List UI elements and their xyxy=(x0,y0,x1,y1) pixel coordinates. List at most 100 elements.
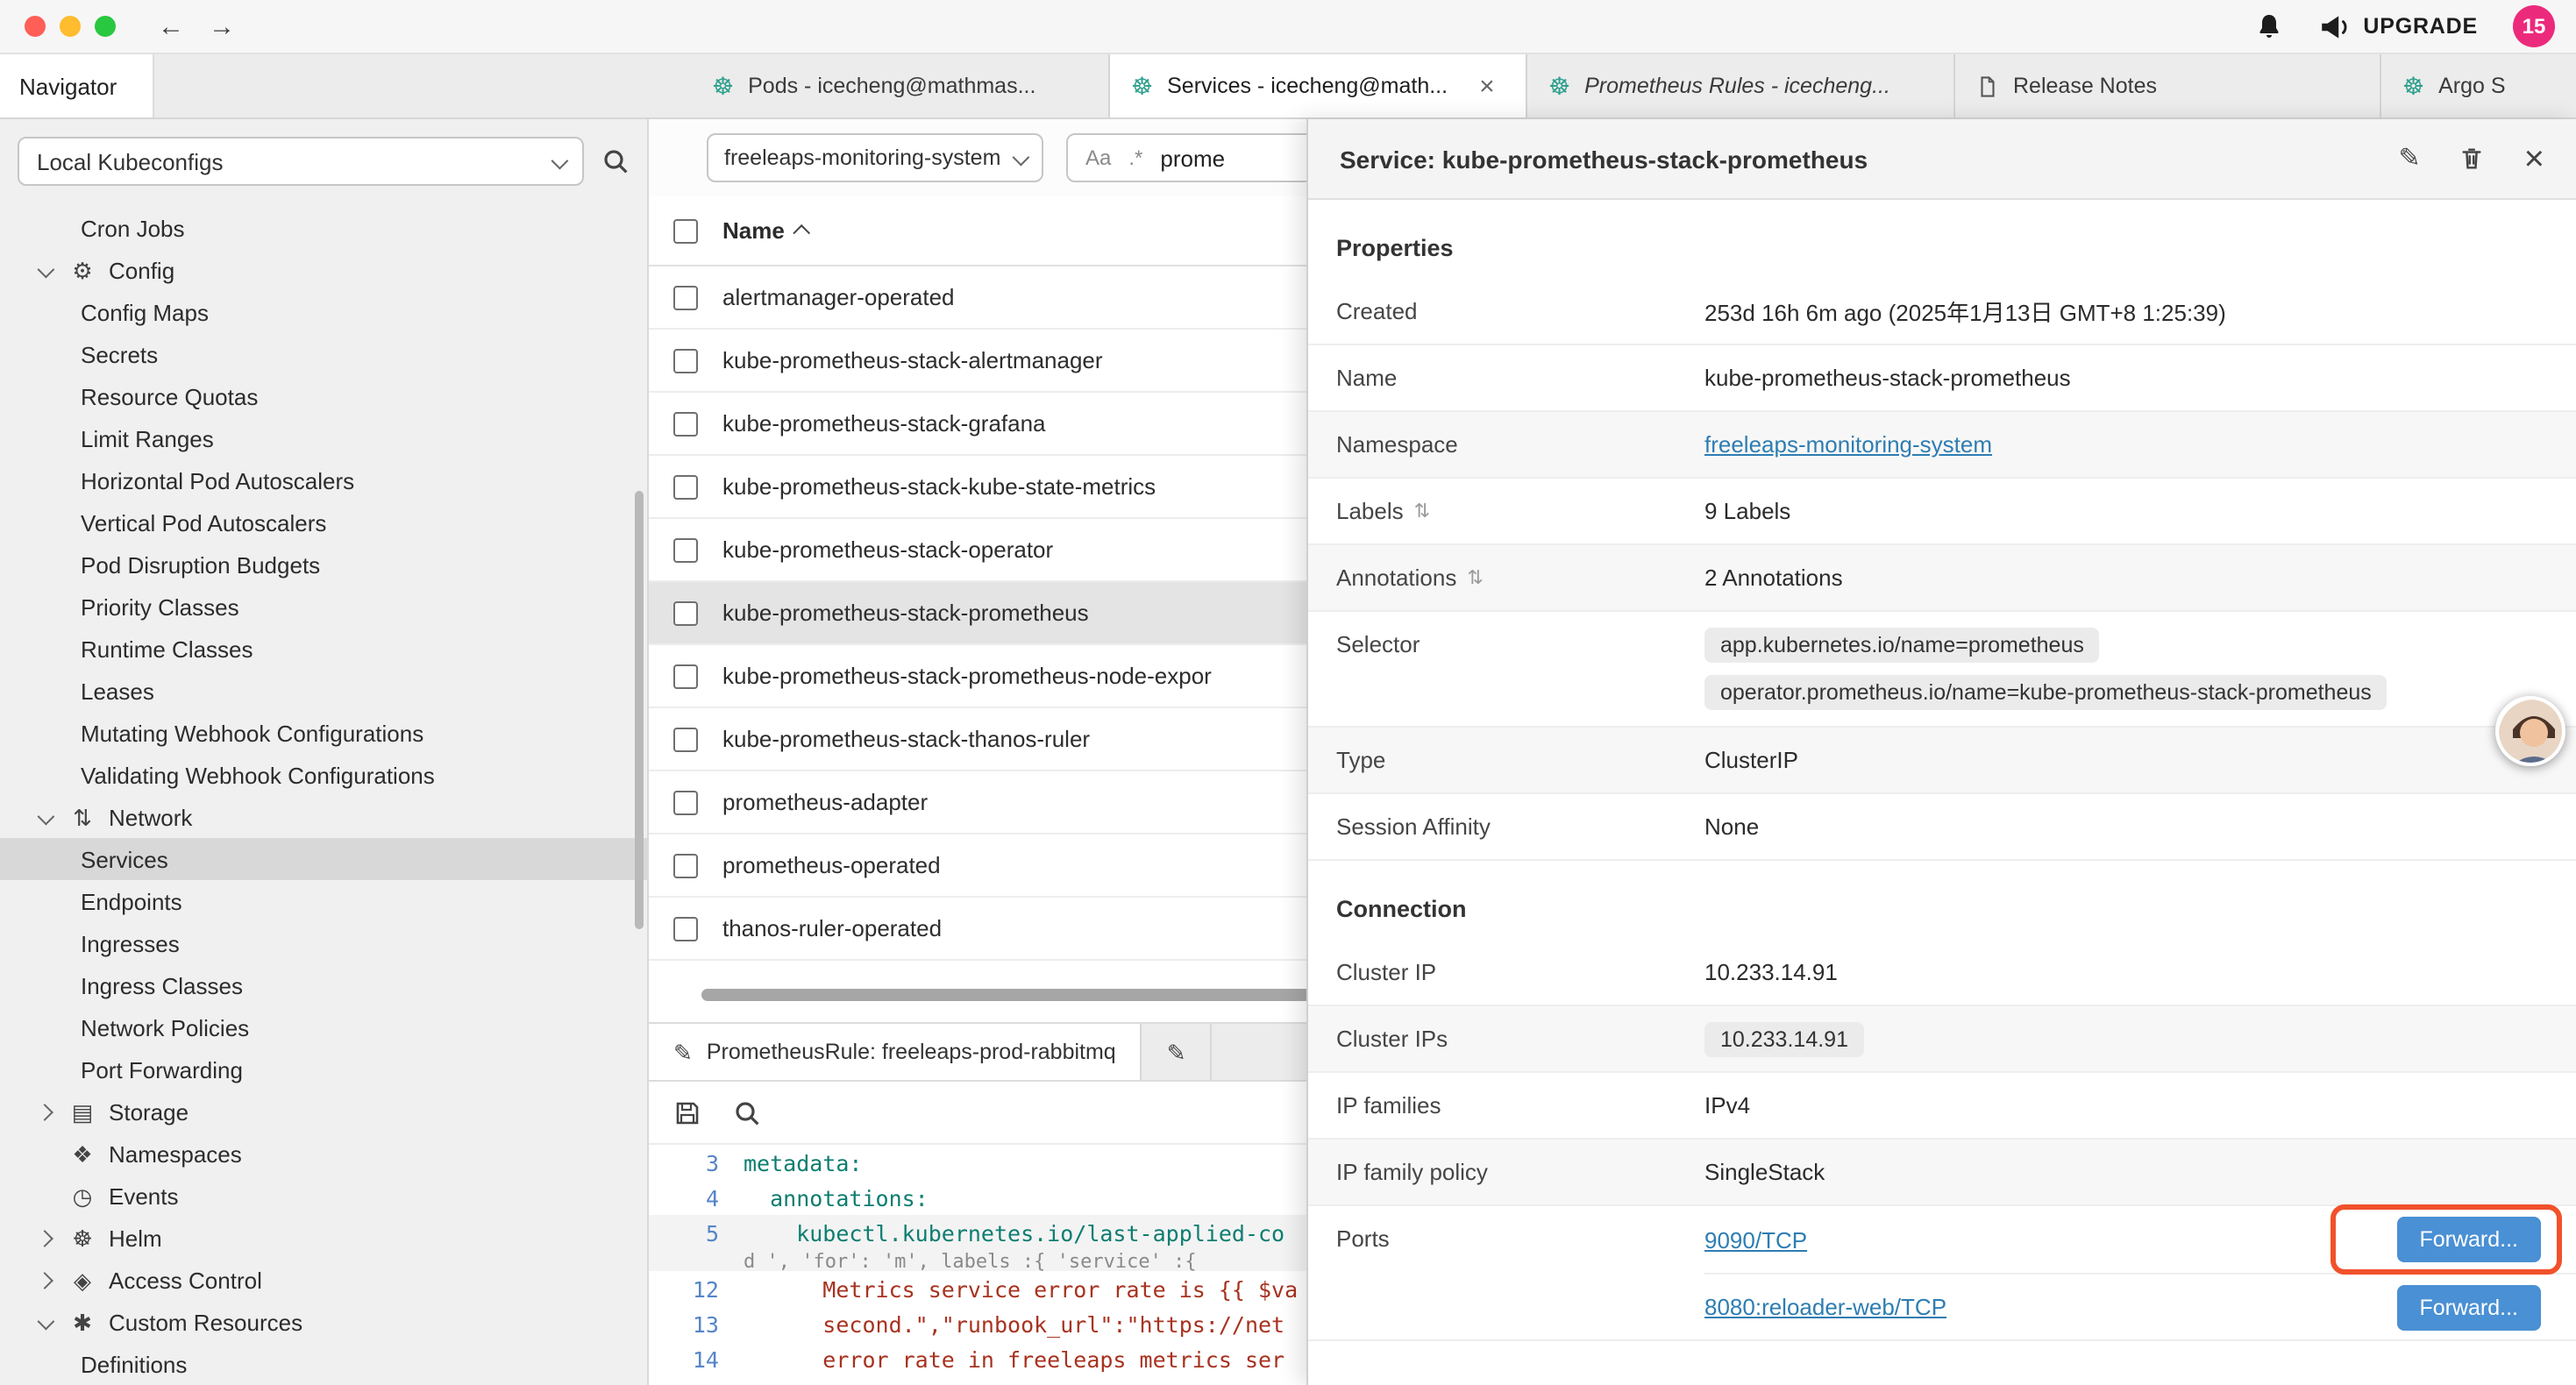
expand-updown-icon[interactable]: ⇅ xyxy=(1467,566,1483,589)
close-tab-icon[interactable]: × xyxy=(1479,71,1495,101)
sidebar-item-pod-disruption-budgets[interactable]: Pod Disruption Budgets xyxy=(0,543,647,586)
code-line: Metrics service error rate is {{ $va xyxy=(744,1275,1298,1302)
sidebar-item-definitions[interactable]: Definitions xyxy=(0,1343,647,1385)
chevron-down-icon xyxy=(1013,148,1030,166)
row-checkbox[interactable] xyxy=(673,853,698,877)
sidebar-item-priority-classes[interactable]: Priority Classes xyxy=(0,586,647,628)
notifications-bell-icon[interactable] xyxy=(2254,12,2282,40)
sidebar-item-mutating-webhook-configurations[interactable]: Mutating Webhook Configurations xyxy=(0,712,647,754)
selector-chip: app.kubernetes.io/name=prometheus xyxy=(1704,628,2100,663)
events-clock-icon: ◷ xyxy=(67,1184,98,1207)
code-line: second.","runbook_url":"https://net xyxy=(744,1310,1284,1337)
tab-release-notes[interactable]: Release Notes xyxy=(1955,54,2381,117)
window-zoom-button[interactable] xyxy=(95,16,116,37)
section-title-connection: Connection xyxy=(1308,861,2576,940)
sidebar-group-custom-resources[interactable]: ✱ Custom Resources xyxy=(0,1301,647,1343)
sidebar-item-runtime-classes[interactable]: Runtime Classes xyxy=(0,628,647,670)
name-column-header[interactable]: Name xyxy=(722,217,785,244)
dock-tab-partial[interactable]: ✎ xyxy=(1142,1024,1213,1080)
sidebar-item-port-forwarding[interactable]: Port Forwarding xyxy=(0,1048,647,1090)
sidebar-group-helm[interactable]: ☸ Helm xyxy=(0,1217,647,1259)
tab-services[interactable]: ☸ Services - icecheng@math... × xyxy=(1110,54,1527,117)
storage-icon: ▤ xyxy=(67,1100,98,1123)
sidebar-item-network-policies[interactable]: Network Policies xyxy=(0,1006,647,1048)
forward-button[interactable]: Forward... xyxy=(2396,1217,2541,1262)
row-checkbox[interactable] xyxy=(673,727,698,751)
sidebar-item-services[interactable]: Services xyxy=(0,838,647,880)
tab-prometheus-rules[interactable]: ☸ Prometheus Rules - icecheng... xyxy=(1527,54,1955,117)
notification-count-badge[interactable]: 15 xyxy=(2513,5,2555,47)
tab-argo[interactable]: ☸ Argo S xyxy=(2381,54,2520,117)
forward-button[interactable]: Forward... xyxy=(2396,1284,2541,1330)
window-controls xyxy=(25,16,116,37)
sidebar-item-cron-jobs[interactable]: Cron Jobs xyxy=(0,207,647,249)
chevron-right-icon xyxy=(35,1229,53,1246)
row-checkbox[interactable] xyxy=(673,474,698,499)
port-link[interactable]: 8080:reloader-web/TCP xyxy=(1704,1294,1946,1320)
sidebar-item-limit-ranges[interactable]: Limit Ranges xyxy=(0,417,647,459)
delete-trash-icon[interactable] xyxy=(2459,146,2486,172)
row-checkbox[interactable] xyxy=(673,348,698,373)
port-link[interactable]: 9090/TCP xyxy=(1704,1226,1807,1253)
sidebar-item-events[interactable]: ◷ Events xyxy=(0,1175,647,1217)
upgrade-button[interactable]: UPGRADE xyxy=(2317,13,2478,39)
edit-pencil-icon[interactable]: ✎ xyxy=(2398,146,2420,172)
megaphone-icon xyxy=(2317,13,2351,39)
navigator-panel-tab[interactable]: Navigator xyxy=(0,54,154,117)
forward-button[interactable]: → xyxy=(209,11,235,41)
sidebar-item-ingresses[interactable]: Ingresses xyxy=(0,922,647,964)
line-number: 13 xyxy=(649,1310,744,1337)
close-drawer-icon[interactable]: × xyxy=(2524,141,2544,176)
sidebar-item-config-maps[interactable]: Config Maps xyxy=(0,291,647,333)
sidebar-item-ingress-classes[interactable]: Ingress Classes xyxy=(0,964,647,1006)
window-close-button[interactable] xyxy=(25,16,46,37)
sidebar-item-leases[interactable]: Leases xyxy=(0,670,647,712)
regex-toggle[interactable]: .* xyxy=(1128,146,1142,170)
sidebar-group-access-control[interactable]: ◈ Access Control xyxy=(0,1259,647,1301)
row-checkbox[interactable] xyxy=(673,600,698,625)
sidebar-item-secrets[interactable]: Secrets xyxy=(0,333,647,375)
row-checkbox[interactable] xyxy=(673,537,698,562)
tab-pods[interactable]: ☸ Pods - icecheng@mathmas... xyxy=(691,54,1110,117)
line-number: 12 xyxy=(649,1275,744,1302)
sidebar-item-namespaces[interactable]: ❖ Namespaces xyxy=(0,1133,647,1175)
sidebar-item-vertical-pod-autoscalers[interactable]: Vertical Pod Autoscalers xyxy=(0,501,647,543)
row-checkbox[interactable] xyxy=(673,790,698,814)
editor-search-icon[interactable] xyxy=(733,1098,761,1126)
line-number: 4 xyxy=(649,1184,744,1211)
window-minimize-button[interactable] xyxy=(60,16,81,37)
namespace-filter-select[interactable]: freeleaps-monitoring-system xyxy=(707,133,1043,182)
expand-updown-icon[interactable]: ⇅ xyxy=(1414,500,1430,522)
namespace-link[interactable]: freeleaps-monitoring-system xyxy=(1704,431,1992,458)
sidebar-group-storage[interactable]: ▤ Storage xyxy=(0,1090,647,1133)
row-checkbox[interactable] xyxy=(673,916,698,941)
sidebar-search-icon[interactable] xyxy=(601,147,630,175)
drawer-title: Service: kube-prometheus-stack-prometheu… xyxy=(1340,145,2359,173)
kubeconfig-selector[interactable]: Local Kubeconfigs xyxy=(18,137,584,186)
select-all-checkbox[interactable] xyxy=(673,218,698,243)
sidebar-item-horizontal-pod-autoscalers[interactable]: Horizontal Pod Autoscalers xyxy=(0,459,647,501)
sidebar-item-endpoints[interactable]: Endpoints xyxy=(0,880,647,922)
save-icon[interactable] xyxy=(673,1098,701,1126)
detail-row-ports: Ports 9090/TCP Forward... 8080:reloader-… xyxy=(1308,1206,2576,1341)
kubernetes-icon: ☸ xyxy=(2402,74,2424,98)
sidebar-item-validating-webhook-configurations[interactable]: Validating Webhook Configurations xyxy=(0,754,647,796)
row-checkbox[interactable] xyxy=(673,411,698,436)
window-titlebar: ← → UPGRADE 15 xyxy=(0,0,2576,54)
sidebar-item-resource-quotas[interactable]: Resource Quotas xyxy=(0,375,647,417)
code-line: error rate in freeleaps metrics ser xyxy=(744,1346,1284,1372)
sort-ascending-icon[interactable] xyxy=(793,224,811,242)
kubernetes-icon: ☸ xyxy=(1131,74,1153,98)
row-checkbox[interactable] xyxy=(673,664,698,688)
dock-tab-prometheusrule[interactable]: ✎ PrometheusRule: freeleaps-prod-rabbitm… xyxy=(649,1024,1142,1080)
detail-row-ip-families: IP families IPv4 xyxy=(1308,1073,2576,1140)
row-checkbox[interactable] xyxy=(673,285,698,309)
sidebar-group-network[interactable]: ⇅ Network xyxy=(0,796,647,838)
code-line: metadata: xyxy=(744,1149,862,1175)
detail-row-selector: Selector app.kubernetes.io/name=promethe… xyxy=(1308,612,2576,728)
sidebar-scrollbar[interactable] xyxy=(635,491,644,929)
back-button[interactable]: ← xyxy=(158,11,184,41)
sidebar-group-config[interactable]: ⚙ Config xyxy=(0,249,647,291)
drawer-header: Service: kube-prometheus-stack-prometheu… xyxy=(1308,119,2576,200)
match-case-toggle[interactable]: Aa xyxy=(1085,146,1111,170)
